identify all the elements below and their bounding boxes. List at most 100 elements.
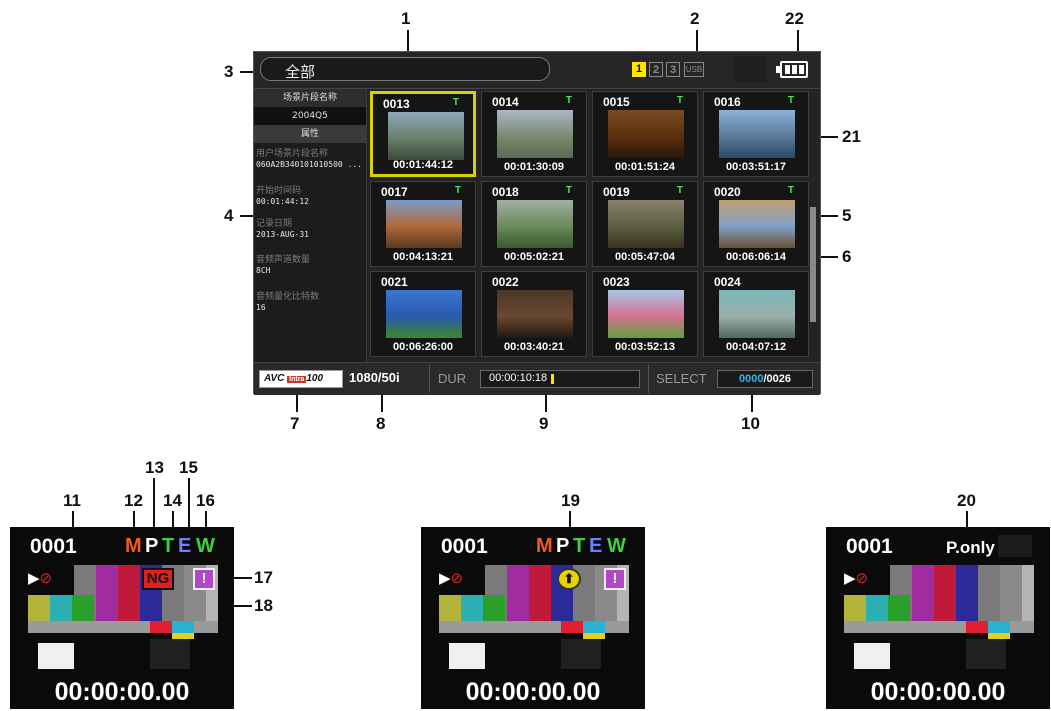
callout-6: 6 xyxy=(842,247,852,266)
callout-2: 2 xyxy=(690,9,700,28)
clip-timecode: 00:06:26:00 xyxy=(393,341,453,353)
clip-number: 0018 xyxy=(492,185,519,199)
callout-22: 22 xyxy=(785,9,804,28)
thumbnail-image xyxy=(497,200,573,248)
thumbnail-grid: 0013 T 00:01:44:12 0014 T 00:01:30:09 0015 T 00:… xyxy=(367,89,809,361)
attributes-header: 属性 xyxy=(254,125,366,143)
clip-thumbnail[interactable]: 0018 T 00:05:02:21 xyxy=(481,181,587,267)
clip-thumbnail[interactable]: 0019 T 00:05:47:04 xyxy=(592,181,698,267)
usb-indicator[interactable]: USB xyxy=(684,62,704,77)
callout-17: 17 xyxy=(254,568,273,587)
text-memo-indicator: T xyxy=(565,185,572,196)
callout-5: 5 xyxy=(842,206,852,225)
indicator-m: M xyxy=(536,535,553,557)
clip-thumbnail[interactable]: 0023 00:03:52:13 xyxy=(592,271,698,357)
text-memo-indicator: T xyxy=(565,95,572,106)
clip-thumbnail[interactable]: 0020 T 00:06:06:14 xyxy=(703,181,809,267)
clip-number: 0001 xyxy=(30,535,77,558)
clip-thumbnail[interactable]: 0021 00:06:26:00 xyxy=(370,271,476,357)
battery-icon xyxy=(776,61,808,78)
clip-number: 0014 xyxy=(492,95,519,109)
clip-number: 0023 xyxy=(603,275,630,289)
clip-timecode: 00:06:06:14 xyxy=(726,251,786,263)
callout-18: 18 xyxy=(254,596,273,615)
duration-field: 00:00:10:18 xyxy=(480,370,640,388)
indicator-w: W xyxy=(607,535,626,557)
status-box xyxy=(734,56,766,82)
slot-1-indicator[interactable]: 1 xyxy=(632,62,646,77)
slot-3-indicator[interactable]: 3 xyxy=(666,62,680,77)
slot-2-indicator[interactable]: 2 xyxy=(649,62,663,77)
top-bar: 全部 1 2 3 USB xyxy=(254,52,820,89)
clip-number: 0019 xyxy=(603,185,630,199)
text-memo-indicator: T xyxy=(454,185,461,196)
clip-number: 0020 xyxy=(714,185,741,199)
indicator-w: W xyxy=(196,535,215,557)
indicator-m: M xyxy=(125,535,142,557)
clip-timecode: 00:03:51:17 xyxy=(726,161,786,173)
text-memo-indicator: T xyxy=(787,185,794,196)
bottom-bar: AVC Intra 100 1080/50i DUR 00:00:10:18 SE… xyxy=(254,362,820,395)
proxy-only-indicator: P.only xyxy=(946,538,995,557)
indicator-t: T xyxy=(573,535,586,557)
thumbnail-image xyxy=(386,290,462,338)
prop-value-audio-bits: 16 xyxy=(256,303,266,312)
callout-16: 16 xyxy=(196,491,215,510)
callout-1: 1 xyxy=(401,9,411,28)
warning-badge: ! xyxy=(604,568,626,590)
clip-thumbnail[interactable]: 0016 T 00:03:51:17 xyxy=(703,91,809,177)
thumbnail-image xyxy=(719,110,795,158)
prop-label-audio-channels: 音频声道数量 xyxy=(256,255,311,265)
zoom-thumbnail-3: 0001 P.only ▶⊘ 00:00:00.00 xyxy=(826,527,1050,709)
title-text: 全部 xyxy=(285,63,316,81)
duration-marker xyxy=(551,374,554,384)
title-field[interactable]: 全部 xyxy=(260,57,550,81)
clip-thumbnail[interactable]: 0017 T 00:04:13:21 xyxy=(370,181,476,267)
callout-3: 3 xyxy=(224,62,234,81)
indicator-e: E xyxy=(178,535,192,557)
clip-timecode: 00:05:47:04 xyxy=(615,251,675,263)
callout-19: 19 xyxy=(561,491,580,510)
clip-timecode: 00:04:07:12 xyxy=(726,341,786,353)
callout-4: 4 xyxy=(224,206,234,225)
indicator-t: T xyxy=(162,535,175,557)
play-prohibited-icon: ▶⊘ xyxy=(439,570,464,587)
clip-timecode: 00:03:40:21 xyxy=(504,341,564,353)
clip-name-header: 场景片段名称 xyxy=(254,89,366,107)
clip-name-value: 2004Q5 xyxy=(254,107,366,125)
select-total: /0026 xyxy=(763,373,791,385)
prop-label-user-clip-name: 用户场景片段名称 xyxy=(256,149,329,159)
indicator-e: E xyxy=(589,535,603,557)
thumbnail-image xyxy=(608,290,684,338)
callout-12: 12 xyxy=(124,491,143,510)
duration-label: DUR xyxy=(438,371,467,386)
thumbnail-image xyxy=(497,290,573,338)
clip-number: 0013 xyxy=(383,97,410,111)
clip-timecode: 00:05:02:21 xyxy=(504,251,564,263)
clip-thumbnail[interactable]: 0013 T 00:01:44:12 xyxy=(370,91,476,177)
text-memo-indicator: T xyxy=(676,95,683,106)
clip-thumbnail[interactable]: 0022 00:03:40:21 xyxy=(481,271,587,357)
play-prohibited-icon: ▶⊘ xyxy=(28,570,53,587)
text-memo-indicator: T xyxy=(787,95,794,106)
prop-value-rec-date: 2013-AUG-31 xyxy=(256,230,309,239)
select-count: 0000/0026 xyxy=(717,370,813,388)
prop-value-start-tc: 00:01:44:12 xyxy=(256,197,309,206)
indicator-p: P xyxy=(556,535,570,557)
clip-thumbnail[interactable]: 0015 T 00:01:51:24 xyxy=(592,91,698,177)
timecode: 00:00:00.00 xyxy=(465,678,601,706)
scrollbar[interactable] xyxy=(810,207,816,322)
clip-number: 0017 xyxy=(381,185,408,199)
callout-7: 7 xyxy=(290,414,300,433)
clip-number: 0022 xyxy=(492,275,519,289)
clip-thumbnail[interactable]: 0024 00:04:07:12 xyxy=(703,271,809,357)
text-memo-indicator: T xyxy=(676,185,683,196)
clip-thumbnail-screen: 全部 1 2 3 USB 场景片段名称 2004Q5 属性 用户场景片段名称 0… xyxy=(253,51,821,395)
clip-timecode: 00:01:44:12 xyxy=(393,159,453,171)
callout-9: 9 xyxy=(539,414,549,433)
callout-10: 10 xyxy=(741,414,760,433)
callout-11: 11 xyxy=(63,491,81,510)
clip-timecode: 00:01:51:24 xyxy=(615,161,675,173)
clip-thumbnail[interactable]: 0014 T 00:01:30:09 xyxy=(481,91,587,177)
prop-label-rec-date: 记录日期 xyxy=(256,219,293,229)
